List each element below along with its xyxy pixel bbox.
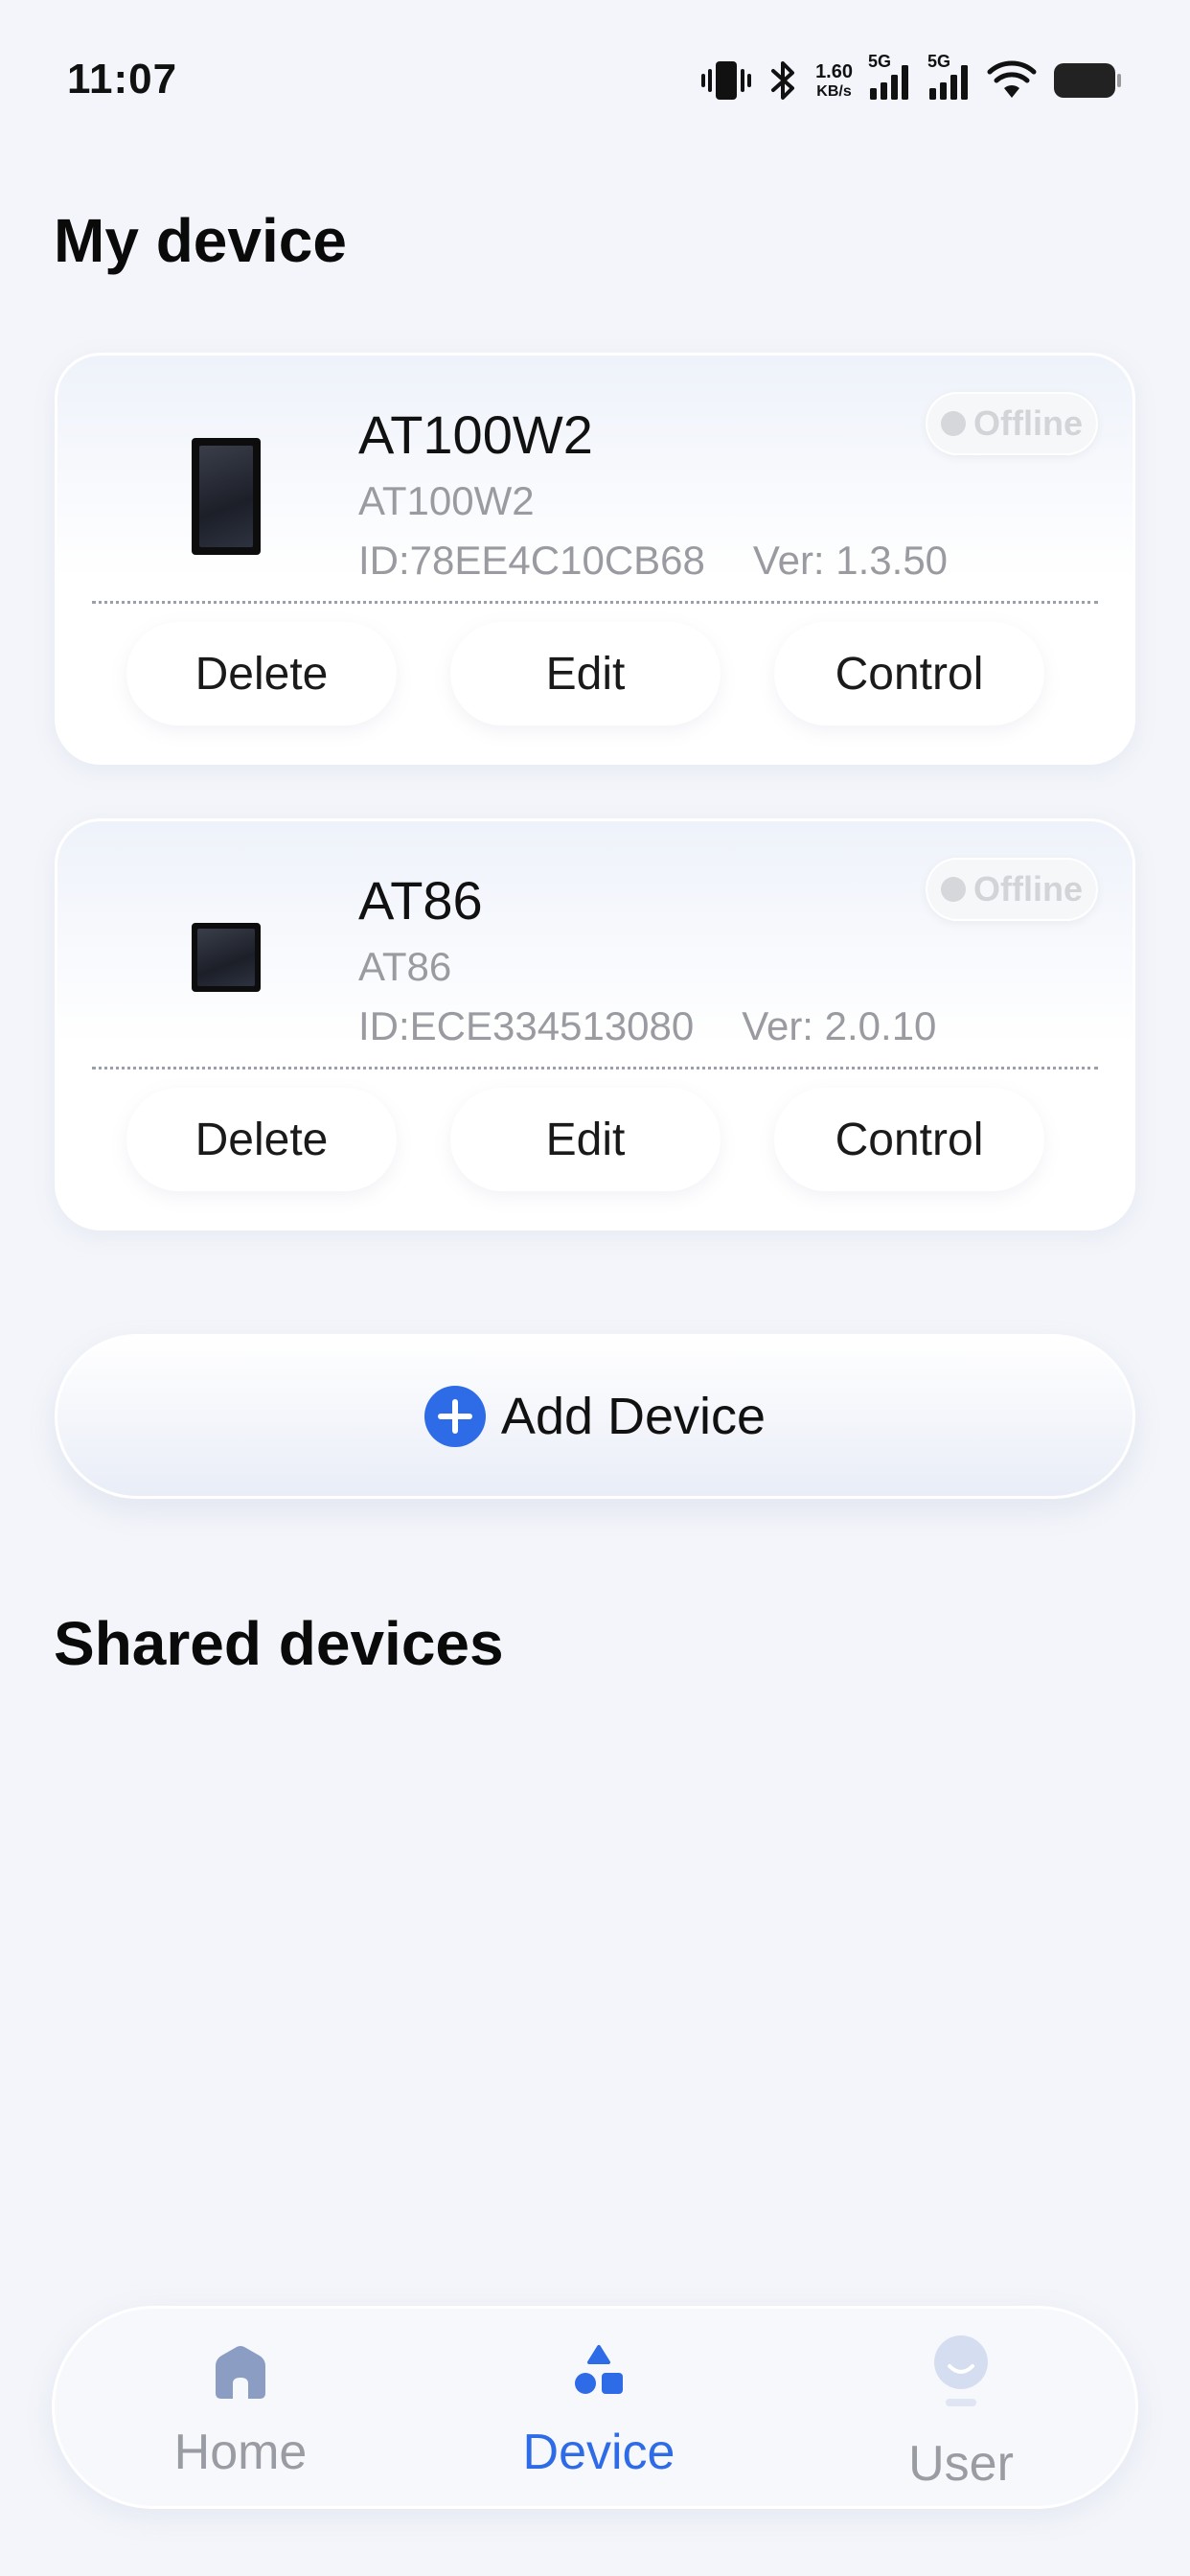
my-device-title: My device [54, 206, 347, 275]
edit-button[interactable]: Edit [450, 622, 721, 725]
home-icon [210, 2341, 271, 2407]
device-actions: Delete Edit Control [126, 1088, 1044, 1191]
network-speed: 1.60 KB/s [815, 62, 853, 100]
edit-button[interactable]: Edit [450, 1088, 721, 1191]
device-id: ID:ECE334513080 [358, 1003, 695, 1048]
delete-button[interactable]: Delete [126, 622, 397, 725]
device-name: AT100W2 [358, 404, 593, 465]
delete-button[interactable]: Delete [126, 1088, 397, 1191]
device-icon [570, 2343, 628, 2405]
status-dot-icon [941, 877, 966, 902]
device-version: Ver: 2.0.10 [742, 1003, 937, 1048]
network-speed-unit: KB/s [816, 82, 852, 100]
nav-label-home: Home [173, 2425, 308, 2480]
device-meta: ID:ECE334513080 Ver: 2.0.10 [358, 1003, 936, 1049]
bluetooth-icon [767, 59, 800, 102]
device-thumbnail [192, 923, 261, 992]
device-id: ID:78EE4C10CB68 [358, 538, 705, 583]
status-icons: 1.60 KB/s 5G 5G [700, 52, 1123, 105]
device-name: AT86 [358, 870, 483, 931]
sim2-network-tag: 5G [927, 52, 951, 71]
shared-devices-title: Shared devices [54, 1609, 504, 1678]
control-button[interactable]: Control [774, 1088, 1044, 1191]
sim1-network-tag: 5G [868, 52, 892, 71]
status-dot-icon [941, 411, 966, 436]
add-device-button[interactable]: Add Device [55, 1334, 1135, 1499]
status-label: Offline [973, 403, 1083, 443]
device-thumbnail [192, 438, 261, 555]
status-label: Offline [973, 869, 1083, 908]
add-device-label: Add Device [500, 1388, 767, 1445]
signal-icon: 5G [927, 52, 972, 102]
user-icon [930, 2334, 992, 2415]
divider [92, 601, 1098, 604]
nav-label-device: Device [522, 2425, 675, 2480]
battery-icon [1052, 59, 1123, 102]
nav-item-device[interactable]: Device [455, 2309, 743, 2506]
device-card: AT100W2 AT100W2 ID:78EE4C10CB68 Ver: 1.3… [55, 353, 1135, 765]
nav-label-user: User [908, 2436, 1014, 2492]
plus-circle-icon [423, 1386, 486, 1447]
device-card: AT86 AT86 ID:ECE334513080 Ver: 2.0.10 Of… [55, 818, 1135, 1230]
device-version: Ver: 1.3.50 [752, 538, 949, 583]
divider [92, 1067, 1098, 1070]
nav-item-user[interactable]: User [817, 2309, 1105, 2506]
status-time: 11:07 [67, 56, 178, 103]
device-meta: ID:78EE4C10CB68 Ver: 1.3.50 [358, 538, 948, 584]
network-speed-value: 1.60 [815, 60, 853, 82]
signal-icon: 5G [868, 52, 912, 102]
device-model: AT86 [358, 944, 452, 989]
nav-item-home[interactable]: Home [97, 2309, 384, 2506]
device-actions: Delete Edit Control [126, 622, 1044, 725]
control-button[interactable]: Control [774, 622, 1044, 725]
status-badge: Offline [926, 858, 1098, 921]
status-badge: Offline [926, 392, 1098, 455]
device-model: AT100W2 [358, 478, 535, 523]
vibrate-icon [700, 59, 752, 102]
wifi-icon [987, 59, 1037, 102]
status-bar: 11:07 1.60 KB/s 5G 5G [0, 0, 1190, 153]
bottom-nav: Home Device User [52, 2306, 1138, 2509]
